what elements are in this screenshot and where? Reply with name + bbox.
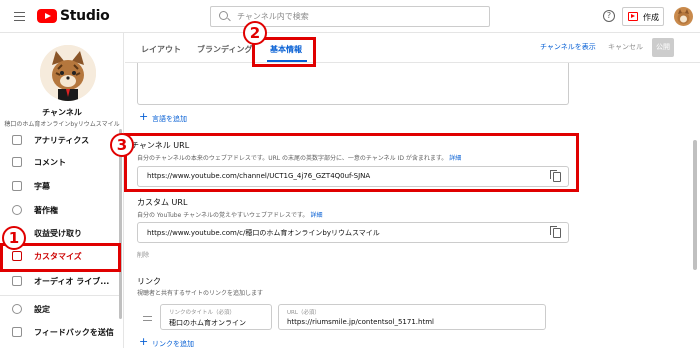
links-title: リンク: [137, 277, 161, 286]
youtube-logo-icon[interactable]: [37, 9, 57, 23]
links-description: 視聴者と共有するサイトのリンクを追加します: [137, 290, 264, 297]
custom-url-description: 自分の YouTube チャンネルの覚えやすいウェブアドレスです。 詳細: [137, 210, 322, 219]
tab-branding[interactable]: ブランディング: [197, 44, 252, 55]
link-title-label: リンクのタイトル（必須）: [169, 310, 236, 316]
gear-icon: [12, 304, 22, 314]
video-camera-icon: [628, 12, 638, 21]
help-icon[interactable]: ?: [603, 10, 615, 22]
customize-tabs: レイアウト ブランディング 基本情報 チャンネルを表示 キャンセル 公開: [125, 33, 700, 63]
sidebar-item-label: 著作権: [34, 206, 58, 215]
view-channel-link[interactable]: チャンネルを表示: [540, 42, 596, 52]
sidebar-item-audio-library[interactable]: オーディオ ライブ...: [0, 270, 122, 292]
sidebar-item-label: フィードバックを送信: [34, 328, 114, 337]
custom-url-title: カスタム URL: [137, 198, 188, 207]
copy-icon[interactable]: [550, 226, 561, 238]
link-url-label: URL（必須）: [287, 310, 320, 316]
create-label: 作成: [643, 13, 659, 22]
annotation-box-channel-url: [124, 133, 579, 192]
custom-url-detail-link[interactable]: 詳細: [310, 212, 322, 219]
link-url-value: https://riumsmile.jp/contentsol_5171.htm…: [287, 318, 434, 326]
top-bar: Studio チャンネル内で検索 ? 作成: [0, 0, 700, 33]
custom-url-value: https://www.youtube.com/c/穂口のホム育オンラインbyリ…: [147, 229, 380, 237]
comment-icon: [12, 157, 22, 167]
link-url-field[interactable]: URL（必須） https://riumsmile.jp/contentsol_…: [278, 304, 546, 330]
search-placeholder: チャンネル内で検索: [237, 12, 309, 21]
sidebar-item-label: 設定: [34, 305, 50, 314]
plus-icon: +: [139, 110, 149, 123]
studio-label[interactable]: Studio: [60, 8, 110, 24]
add-link-button[interactable]: リンクを追加: [152, 339, 194, 348]
sidebar-item-label: 字幕: [34, 182, 50, 191]
channel-title: チャンネル: [42, 108, 82, 117]
subtitles-icon: [12, 181, 22, 191]
sidebar-divider: [0, 295, 122, 296]
analytics-icon: [12, 135, 22, 145]
menu-icon[interactable]: [14, 12, 25, 21]
account-avatar[interactable]: [674, 7, 693, 26]
plus-icon: +: [139, 335, 149, 348]
add-language-link[interactable]: 言語を追加: [152, 114, 187, 124]
link-title-field[interactable]: リンクのタイトル（必須） 穂口のホム育オンライン: [160, 304, 272, 330]
sidebar-scrollbar[interactable]: [119, 129, 122, 319]
drag-handle-icon[interactable]: [143, 316, 152, 321]
publish-button[interactable]: 公開: [652, 38, 674, 57]
link-title-value: 穂口のホム育オンライン: [169, 319, 246, 327]
sidebar-item-label: アナリティクス: [34, 136, 90, 145]
audio-library-icon: [12, 276, 22, 286]
description-field[interactable]: [137, 63, 569, 105]
search-icon: [219, 11, 228, 20]
annotation-badge-1: 1: [2, 226, 26, 250]
custom-url-field[interactable]: https://www.youtube.com/c/穂口のホム育オンラインbyリ…: [137, 222, 569, 243]
create-button[interactable]: 作成: [622, 7, 664, 26]
delete-custom-url-link[interactable]: 削除: [137, 250, 149, 259]
sidebar-item-label: 収益受け取り: [34, 229, 82, 238]
sidebar-item-comments[interactable]: コメント: [0, 151, 122, 173]
annotation-badge-3: 3: [110, 133, 134, 157]
feedback-icon: [12, 327, 22, 337]
channel-avatar[interactable]: [40, 45, 96, 101]
channel-name: 穂口のホム育オンラインbyリウムスマイル: [4, 121, 120, 128]
sidebar-item-analytics[interactable]: アナリティクス: [0, 129, 122, 151]
sidebar-item-settings[interactable]: 設定: [0, 298, 122, 320]
sidebar: チャンネル 穂口のホム育オンラインbyリウムスマイル アナリティクス コメント …: [0, 33, 124, 348]
annotation-badge-2: 2: [243, 21, 267, 45]
custom-url-desc-text: 自分の YouTube チャンネルの覚えやすいウェブアドレスです。: [137, 212, 309, 219]
sidebar-item-feedback[interactable]: フィードバックを送信: [0, 321, 122, 343]
tab-layout[interactable]: レイアウト: [141, 44, 181, 55]
sidebar-item-label: コメント: [34, 158, 66, 167]
main-scrollbar[interactable]: [693, 140, 697, 270]
cancel-button[interactable]: キャンセル: [608, 42, 643, 52]
sidebar-item-label: オーディオ ライブ...: [34, 277, 110, 286]
copyright-icon: [12, 205, 22, 215]
sidebar-item-subtitles[interactable]: 字幕: [0, 175, 122, 197]
sidebar-item-copyright[interactable]: 著作権: [0, 199, 122, 221]
